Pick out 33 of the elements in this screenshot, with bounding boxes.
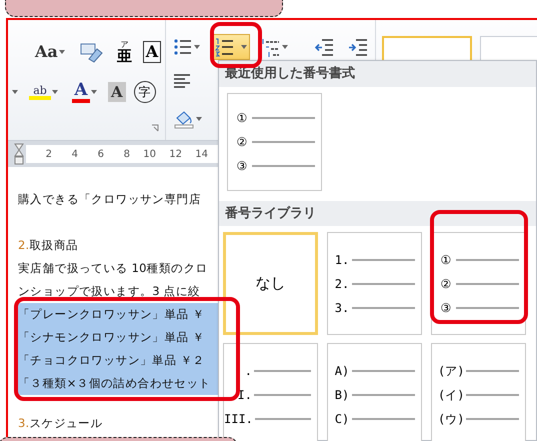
number-marker: A) [334,362,350,380]
number-marker: I. [236,386,252,404]
number-marker: 1. [334,252,350,268]
number-marker: ② [236,134,248,150]
section-header: 番号ライブラリ [219,200,536,226]
number-marker: (ウ) [438,410,464,428]
ruler-number: 6 [96,148,104,162]
ruler-number: 8 [122,148,130,162]
number-marker: B) [334,386,350,404]
ruler-number: 12 [168,148,182,162]
ruler-number: 4 [70,148,78,162]
number-marker: 3. [334,300,350,316]
document-line: 購入できる「クロワッサン専門店 [17,191,202,208]
number-marker: ③ [236,158,248,174]
number-marker: ③ [440,300,452,316]
number-marker: III. [224,410,253,428]
number-marker: ① [236,110,248,126]
document-line: 2.取扱商品 [17,237,80,254]
document-line: 実店舗で扱っている 10種類のクロ [17,260,209,277]
number-marker: ① [440,252,452,268]
ruby-text: ア [120,40,128,48]
ruler-number: 10 [142,148,156,162]
number-marker: (ア) [438,362,464,380]
document-line: ンショップで扱います。3 点に絞 [17,283,202,300]
number-marker: ② [440,276,452,292]
number-marker: (イ) [438,386,464,404]
base-text: 亜 [116,48,132,64]
number-marker: . [244,362,252,380]
ruler-number: 14 [194,148,208,162]
number-marker: 2. [334,276,350,292]
ruler-number: 2 [44,148,52,162]
number-marker: C) [334,410,350,428]
document-line: 3.スケジュール [17,415,104,432]
